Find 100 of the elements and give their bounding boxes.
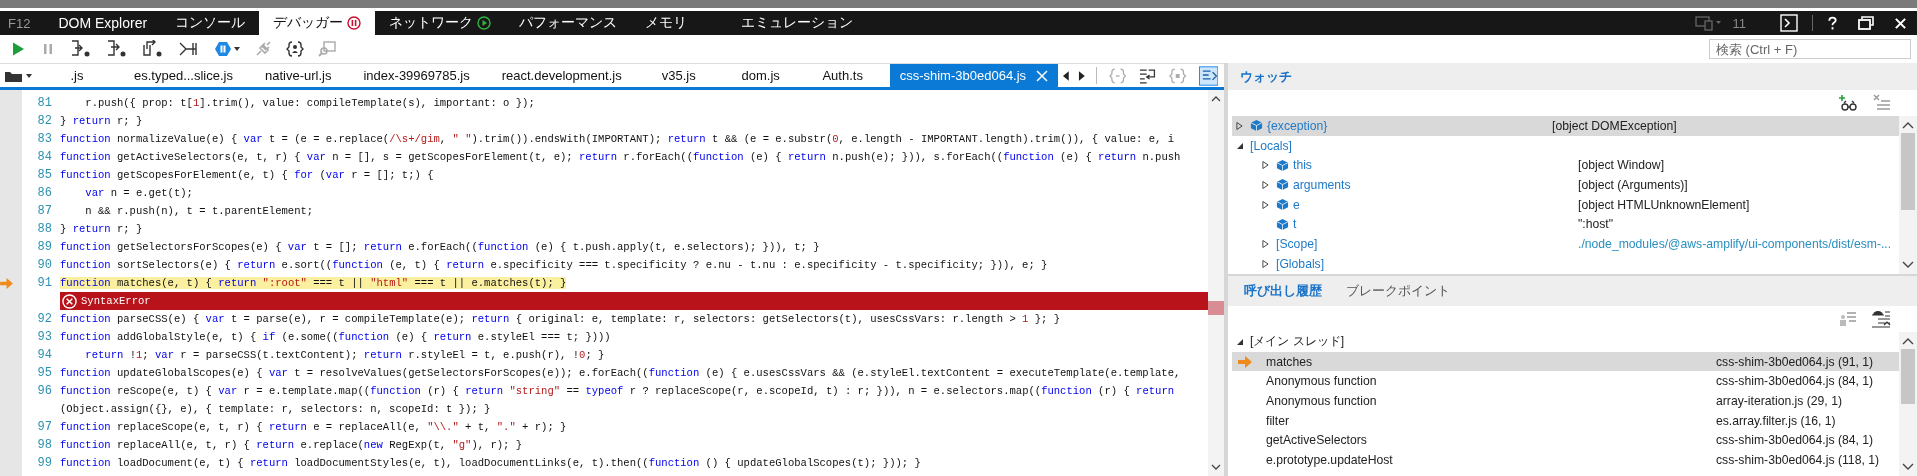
- vertical-scrollbar[interactable]: [1208, 90, 1224, 476]
- stack-frame-row[interactable]: getActiveSelectors css-shim-3b0ed064.js (84, 1): [1232, 430, 1899, 451]
- variable-value: [object Window]: [1578, 158, 1665, 173]
- stack-frame-row[interactable]: Anonymous function css-shim-3b0ed064.js (84, 1): [1232, 371, 1899, 392]
- file-tab[interactable]: .js: [42, 64, 112, 87]
- code-line: function sortSelectors(e) { return e.sort((function (e, t) { return e.specificity === t.specificity ? e.nu - t.nu : e.specificity - t.specificity; })), e; }: [60, 259, 1048, 271]
- cube-icon: [1250, 119, 1263, 133]
- code-line: function parseCSS(e) { var t = parse(e), r = compileTemplate(e); return { original: e, template: r, selectors: getSelectors(t), usesCssVars: r.length > 1 }; }: [60, 313, 1061, 325]
- stack-frame-row[interactable]: filter es.array.filter.js (16, 1): [1232, 410, 1899, 431]
- variable-value: [object HTMLUnknownElement]: [1578, 197, 1750, 212]
- code-line: return !1; var r = parseCSS(t.textContent); return r.styleEl = t, e.push(r), !0; }: [85, 349, 605, 361]
- file-tab[interactable]: css-shim-3b0ed064.js: [889, 64, 1059, 87]
- tool-tab[interactable]: エミュレーション: [727, 11, 868, 35]
- cube-icon: [1276, 158, 1289, 172]
- cube-icon: [1276, 198, 1289, 212]
- file-tab[interactable]: dom.js: [725, 64, 796, 87]
- line-number: 86: [37, 186, 52, 200]
- step-into-icon[interactable]: [70, 40, 92, 58]
- code-line: function updateGlobalScopes(e) { var t = resolveValues(getSelectorsForScopes(e)); e.forEach((function (e) { e.usesCssVars && (e.styleEl.textContent = executeTemplate(e.template,: [60, 367, 1181, 379]
- previous-tab-icon[interactable]: [1062, 69, 1070, 82]
- collapse-icon[interactable]: [1236, 141, 1244, 150]
- document-mode[interactable]: 11: [1732, 11, 1746, 35]
- scroll-up-icon[interactable]: [1902, 338, 1914, 345]
- watch-row[interactable]: [Globals]: [1232, 253, 1899, 274]
- branch-arrow-icon[interactable]: [178, 40, 200, 58]
- document-toggle-icon[interactable]: [1198, 65, 1218, 86]
- close-icon[interactable]: [1894, 16, 1907, 30]
- cube-icon: [1276, 217, 1289, 231]
- watch-row[interactable]: this [object Window]: [1232, 155, 1899, 176]
- file-tab[interactable]: es.typed...slice.js: [124, 64, 243, 87]
- file-tab[interactable]: v35.js: [643, 64, 714, 87]
- play-icon[interactable]: [10, 41, 26, 57]
- file-tab[interactable]: native-url.js: [255, 64, 342, 87]
- variable-name: e: [1293, 197, 1300, 212]
- scroll-up-icon[interactable]: [1211, 96, 1221, 102]
- exception-pause-icon[interactable]: [214, 41, 232, 57]
- tool-tab[interactable]: ネットワーク: [375, 11, 506, 35]
- vertical-scrollbar[interactable]: [1899, 116, 1917, 274]
- expand-icon[interactable]: [1262, 199, 1269, 210]
- file-tab[interactable]: index-39969785.js: [353, 64, 480, 87]
- tool-tab[interactable]: コンソール: [161, 11, 260, 35]
- line-number: 88: [37, 222, 52, 236]
- tool-tab[interactable]: パフォーマンス: [505, 11, 632, 35]
- line-number: 87: [37, 204, 52, 218]
- code-line: function getScopesForElement(e, t) { for (var r = []; t;) {: [60, 169, 434, 181]
- panel-title: ウォッチ: [1240, 67, 1292, 86]
- file-tab[interactable]: react.development.js: [491, 64, 632, 87]
- cube-icon: [1276, 178, 1289, 192]
- panel-tab[interactable]: 呼び出し履歴: [1236, 280, 1330, 302]
- braces-icon[interactable]: [286, 40, 304, 58]
- watch-row[interactable]: {exception} [object DOMException]: [1232, 116, 1899, 136]
- tool-tab[interactable]: デバッガー: [259, 11, 376, 35]
- console-icon[interactable]: [1780, 14, 1798, 32]
- function-name: matches: [1266, 354, 1313, 369]
- monitor-icon[interactable]: [1694, 15, 1723, 31]
- expand-icon[interactable]: [1262, 238, 1269, 249]
- watch-row[interactable]: e [object HTMLUnknownElement]: [1232, 194, 1899, 215]
- variable-value: [object (Arguments)]: [1578, 177, 1688, 192]
- line-number: 91: [37, 276, 52, 290]
- file-tab[interactable]: Auth.ts: [807, 64, 878, 87]
- app-label: F12: [7, 14, 32, 33]
- stack-frame-row[interactable]: e.prototype.updateHost css-shim-3b0ed064.js (118, 1): [1232, 450, 1899, 470]
- expand-icon[interactable]: [1262, 258, 1269, 269]
- vertical-scrollbar[interactable]: [1899, 332, 1917, 476]
- expand-icon[interactable]: [1262, 160, 1269, 171]
- scroll-down-icon[interactable]: [1902, 463, 1914, 470]
- restore-icon[interactable]: [1858, 16, 1874, 30]
- stack-frame-row[interactable]: matches css-shim-3b0ed064.js (91, 1): [1232, 351, 1899, 372]
- scroll-up-icon[interactable]: [1902, 122, 1914, 129]
- search-field[interactable]: 検索 (Ctrl + F): [1709, 39, 1911, 59]
- stack-frame-row[interactable]: Anonymous function array-iteration.js (29, 1): [1232, 391, 1899, 411]
- frame-location: css-shim-3b0ed064.js (91, 1): [1716, 354, 1874, 369]
- code-line: } return r; }: [60, 115, 143, 127]
- expand-icon[interactable]: [1262, 179, 1269, 190]
- code-line: function getActiveSelectors(e, t, r) { var n = [], s = getScopesForElement(t, e); return r.forEach((function (e) { return n.push(e); })), s.forEach((function (e) { return n.push: [60, 151, 1181, 163]
- variable-value: ":host": [1578, 217, 1614, 232]
- step-out-icon[interactable]: [142, 40, 164, 58]
- tool-tab[interactable]: DOM Explorer: [44, 11, 162, 35]
- pin-list-icon[interactable]: [1871, 310, 1891, 328]
- function-name: e.prototype.updateHost: [1266, 452, 1393, 467]
- watch-row[interactable]: [Scope] ./node_modules/@aws-amplify/ui-components/dist/esm-...: [1232, 234, 1899, 254]
- expand-icon[interactable]: [1236, 120, 1243, 131]
- tool-tab[interactable]: メモリ: [631, 11, 728, 35]
- panel-tab[interactable]: ブレークポイント: [1338, 280, 1458, 302]
- code-line: r.push({ prop: t[1].trim(), value: compileTemplate(s), important: o });: [85, 97, 535, 109]
- caret-icon[interactable]: [234, 47, 240, 51]
- watch-row[interactable]: arguments [object (Arguments)]: [1232, 175, 1899, 195]
- watch-row[interactable]: [Locals]: [1232, 135, 1899, 156]
- collapse-icon[interactable]: [1236, 337, 1244, 346]
- line-number: 89: [37, 240, 52, 254]
- clear-watches-icon[interactable]: [1873, 94, 1891, 112]
- step-over-icon[interactable]: [106, 40, 128, 58]
- scroll-down-icon[interactable]: [1211, 464, 1221, 470]
- line-number: 85: [37, 168, 52, 182]
- help-icon[interactable]: [1827, 15, 1838, 31]
- scroll-down-icon[interactable]: [1902, 261, 1914, 268]
- add-watch-icon[interactable]: [1839, 94, 1859, 112]
- variable-name: [Locals]: [1250, 138, 1292, 153]
- next-tab-icon[interactable]: [1077, 69, 1086, 82]
- watch-row[interactable]: t ":host": [1232, 214, 1899, 235]
